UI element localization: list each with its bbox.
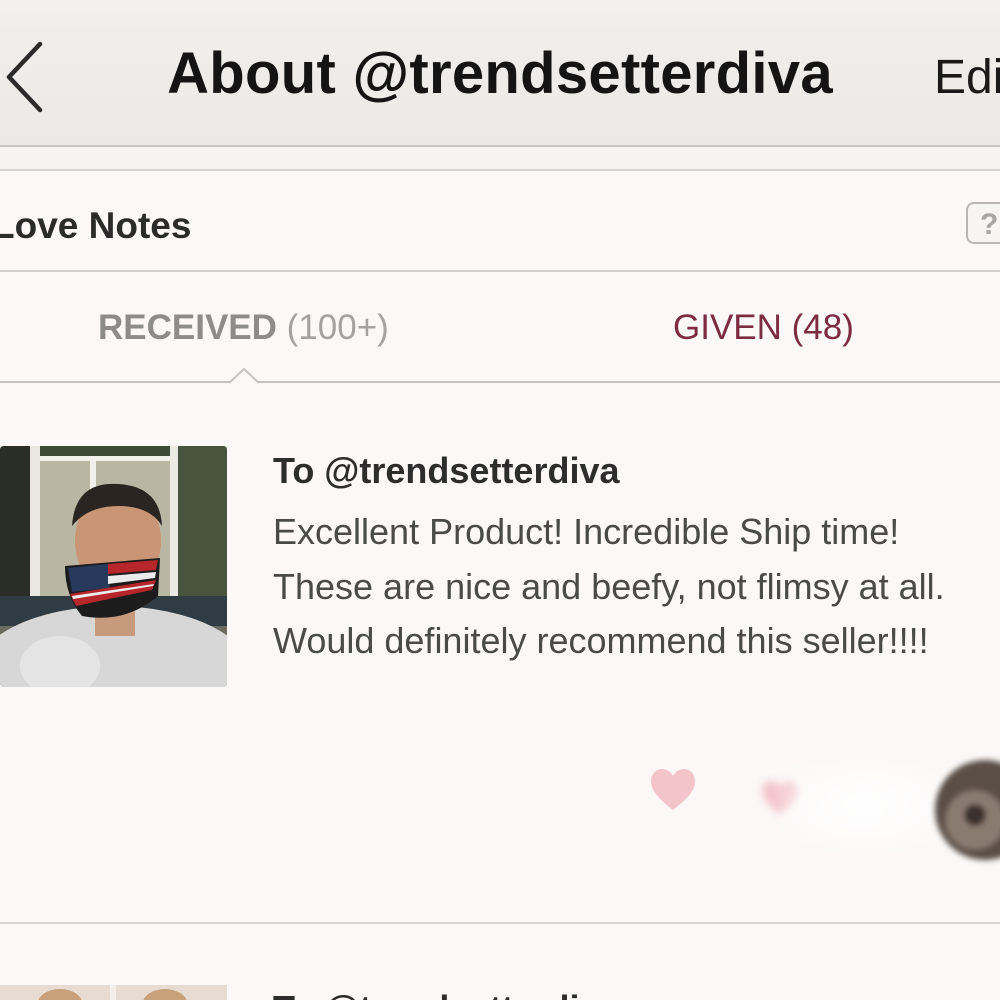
section-divider	[0, 270, 1000, 272]
page-title: About @trendsetterdiva	[167, 41, 833, 106]
note-photo-image	[0, 985, 227, 1000]
caret-up-icon	[229, 368, 259, 384]
note-recipient: To @trendsetterdiva	[273, 450, 620, 491]
section-title: Love Notes	[0, 205, 192, 246]
note-photo[interactable]	[0, 446, 227, 687]
question-mark-icon: ?	[980, 208, 999, 241]
note-photo[interactable]	[0, 985, 227, 1000]
nav-header: About @trendsetterdiva Edi	[0, 0, 1000, 147]
note-divider	[0, 922, 1000, 924]
heart-icon[interactable]	[649, 768, 697, 812]
tab-received-label: RECEIVED	[98, 308, 277, 347]
blurred-region	[780, 760, 950, 850]
love-notes-screen: About @trendsetterdiva Edi Love Notes ? …	[0, 0, 1000, 1000]
note-photo-image	[0, 446, 227, 687]
tab-given[interactable]: GIVEN (48)	[673, 308, 854, 348]
header-separator	[0, 147, 1000, 171]
tabs-divider	[0, 381, 1000, 383]
edit-button[interactable]: Edi	[934, 50, 1000, 105]
note-body: Excellent Product! Incredible Ship time!…	[273, 511, 945, 661]
help-button[interactable]: ?	[966, 202, 1000, 244]
note-recipient: To @trendsetterdiva	[273, 988, 620, 1000]
tab-received[interactable]: RECEIVED (100+)	[98, 308, 389, 348]
tab-received-count: (100+)	[286, 308, 389, 347]
